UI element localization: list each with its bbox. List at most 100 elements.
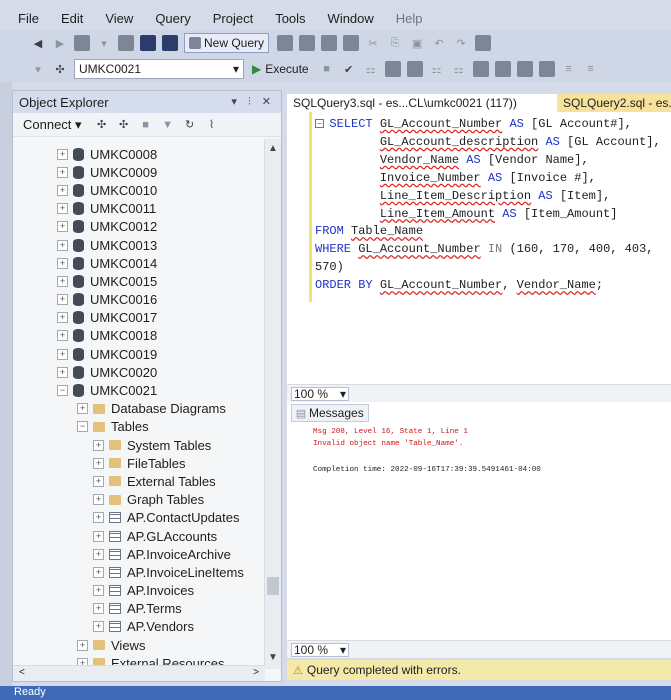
expand-icon[interactable]: + [93,548,104,560]
parse-icon[interactable]: ✔ [341,61,357,77]
save-icon[interactable] [140,35,156,51]
results-to-text-icon[interactable] [494,61,511,77]
results-zoom-select[interactable]: 100 % ▾ [291,642,349,657]
tree-node-table[interactable]: + AP.InvoiceArchive [13,545,265,563]
db-engine-query-icon[interactable] [277,35,294,51]
tree-node-database[interactable]: + UMKC0011 [13,200,265,218]
tree-node-database[interactable]: + UMKC0013 [13,236,265,254]
tree-node-table[interactable]: + AP.ContactUpdates [13,509,265,527]
tree-node-database[interactable]: + UMKC0012 [13,218,265,236]
tree-node-table[interactable]: + AP.InvoiceLineItems [13,563,265,581]
tree-node-database[interactable]: + UMKC0009 [13,163,265,181]
expand-icon[interactable]: + [57,166,68,178]
live-stats-icon[interactable]: ⚏ [451,61,467,77]
menu-view[interactable]: View [105,11,133,26]
menu-project[interactable]: Project [213,11,253,26]
menu-window[interactable]: Window [328,11,374,26]
tree-node-database[interactable]: + UMKC0016 [13,291,265,309]
uncomment-icon[interactable]: ≡ [583,61,599,77]
tree-node-table[interactable]: + AP.Vendors [13,618,265,636]
new-query-button[interactable]: New Query [184,33,270,53]
results-to-grid-icon[interactable] [516,61,533,77]
refresh-icon[interactable]: ↻ [182,117,198,133]
expand-icon[interactable]: + [93,603,104,615]
tree-node-database[interactable]: + UMKC0020 [13,363,265,381]
filter-icon[interactable]: ▾ [30,61,46,77]
tree-node-folder[interactable]: + System Tables [13,436,265,454]
paste-icon[interactable]: ▣ [409,35,425,51]
expand-icon[interactable]: + [57,348,68,360]
expand-icon[interactable]: + [57,366,68,378]
expand-icon[interactable]: + [93,585,104,597]
disconnect-icon[interactable]: ✣ [116,117,132,133]
new-project-icon[interactable] [74,35,90,51]
tab-messages[interactable]: ▤ Messages [291,404,369,422]
scrollbar-thumb[interactable] [267,577,279,595]
scroll-down-icon[interactable]: ▼ [268,652,278,663]
dmx-query-icon[interactable] [321,35,338,51]
expand-icon[interactable]: + [93,621,104,633]
expand-icon[interactable]: + [93,566,104,578]
tree-node-database[interactable]: + UMKC0019 [13,345,265,363]
expand-icon[interactable]: + [77,639,88,651]
tree-node-folder[interactable]: + External Tables [13,472,265,490]
open-icon[interactable]: ▾ [96,35,112,51]
expand-icon[interactable]: + [57,275,68,287]
object-explorer-horizontal-scrollbar[interactable]: < > [13,665,265,681]
expand-icon[interactable]: + [57,239,68,251]
tree-node-database[interactable]: + UMKC0014 [13,254,265,272]
panel-window-controls[interactable]: ▾ ⫶ ✕ [231,95,275,109]
expand-icon[interactable]: + [57,184,68,196]
menu-query[interactable]: Query [155,11,190,26]
menu-tools[interactable]: Tools [275,11,305,26]
expand-icon[interactable]: + [57,221,68,233]
stop-icon[interactable]: ■ [138,117,154,133]
query-editor[interactable]: − SELECT GL_Account_Number AS [GL Accoun… [287,112,671,384]
tab-sqlquery3[interactable]: SQLQuery3.sql - es...CL\umkc0021 (117)) [287,94,557,112]
copy-icon[interactable]: ⎘ [387,35,403,51]
undo-icon[interactable]: ↶ [431,35,447,51]
tree-node-database[interactable]: + UMKC0010 [13,181,265,199]
tree-node-folder[interactable]: + FileTables [13,454,265,472]
query-designer-icon[interactable] [384,61,401,77]
tree-node-folder[interactable]: + Graph Tables [13,491,265,509]
scroll-left-icon[interactable]: < [19,667,25,678]
tab-sqlquery2[interactable]: SQLQuery2.sql - es... [557,94,671,112]
cut-icon[interactable]: ✂ [365,35,381,51]
expand-icon[interactable]: + [57,312,68,324]
expand-icon[interactable]: + [57,330,68,342]
expand-icon[interactable]: + [93,475,104,487]
tree-node-database[interactable]: + UMKC0017 [13,309,265,327]
expand-icon[interactable]: + [57,294,68,306]
connect-button[interactable]: Connect ▾ [23,117,82,133]
back-icon[interactable]: ◀ [30,35,46,51]
expand-icon[interactable]: + [93,439,104,451]
activity-monitor-icon[interactable]: ⌇ [204,117,220,133]
tree-node-tables[interactable]: − Tables [13,418,265,436]
tree-node-database[interactable]: + UMKC0018 [13,327,265,345]
comment-icon[interactable]: ≡ [561,61,577,77]
expand-icon[interactable]: + [77,403,88,415]
menu-help[interactable]: Help [396,11,423,26]
execute-button[interactable]: ▶ Execute [252,62,309,76]
estimated-plan-icon[interactable]: ⚏ [363,61,379,77]
actual-plan-icon[interactable]: ⚏ [429,61,445,77]
tree-node-table[interactable]: + AP.Terms [13,600,265,618]
solution-icon[interactable] [475,35,492,51]
expand-icon[interactable]: + [93,494,104,506]
editor-zoom-select[interactable]: 100 % ▾ [291,386,349,401]
menu-edit[interactable]: Edit [61,11,83,26]
redo-icon[interactable]: ↷ [453,35,469,51]
expand-icon[interactable]: + [93,457,104,469]
expand-icon[interactable]: + [93,512,104,524]
collapse-icon[interactable]: − [57,385,68,397]
expand-icon[interactable]: + [57,257,68,269]
forward-icon[interactable]: ▶ [52,35,68,51]
tree-node-table[interactable]: + AP.Invoices [13,582,265,600]
menu-file[interactable]: File [18,11,39,26]
save-all-icon[interactable] [162,35,178,51]
stop-icon[interactable]: ■ [319,61,335,77]
tree-node-database[interactable]: + UMKC0008 [13,145,265,163]
connect-object-icon[interactable]: ✣ [94,117,110,133]
connect-icon[interactable]: ✣ [52,61,68,77]
